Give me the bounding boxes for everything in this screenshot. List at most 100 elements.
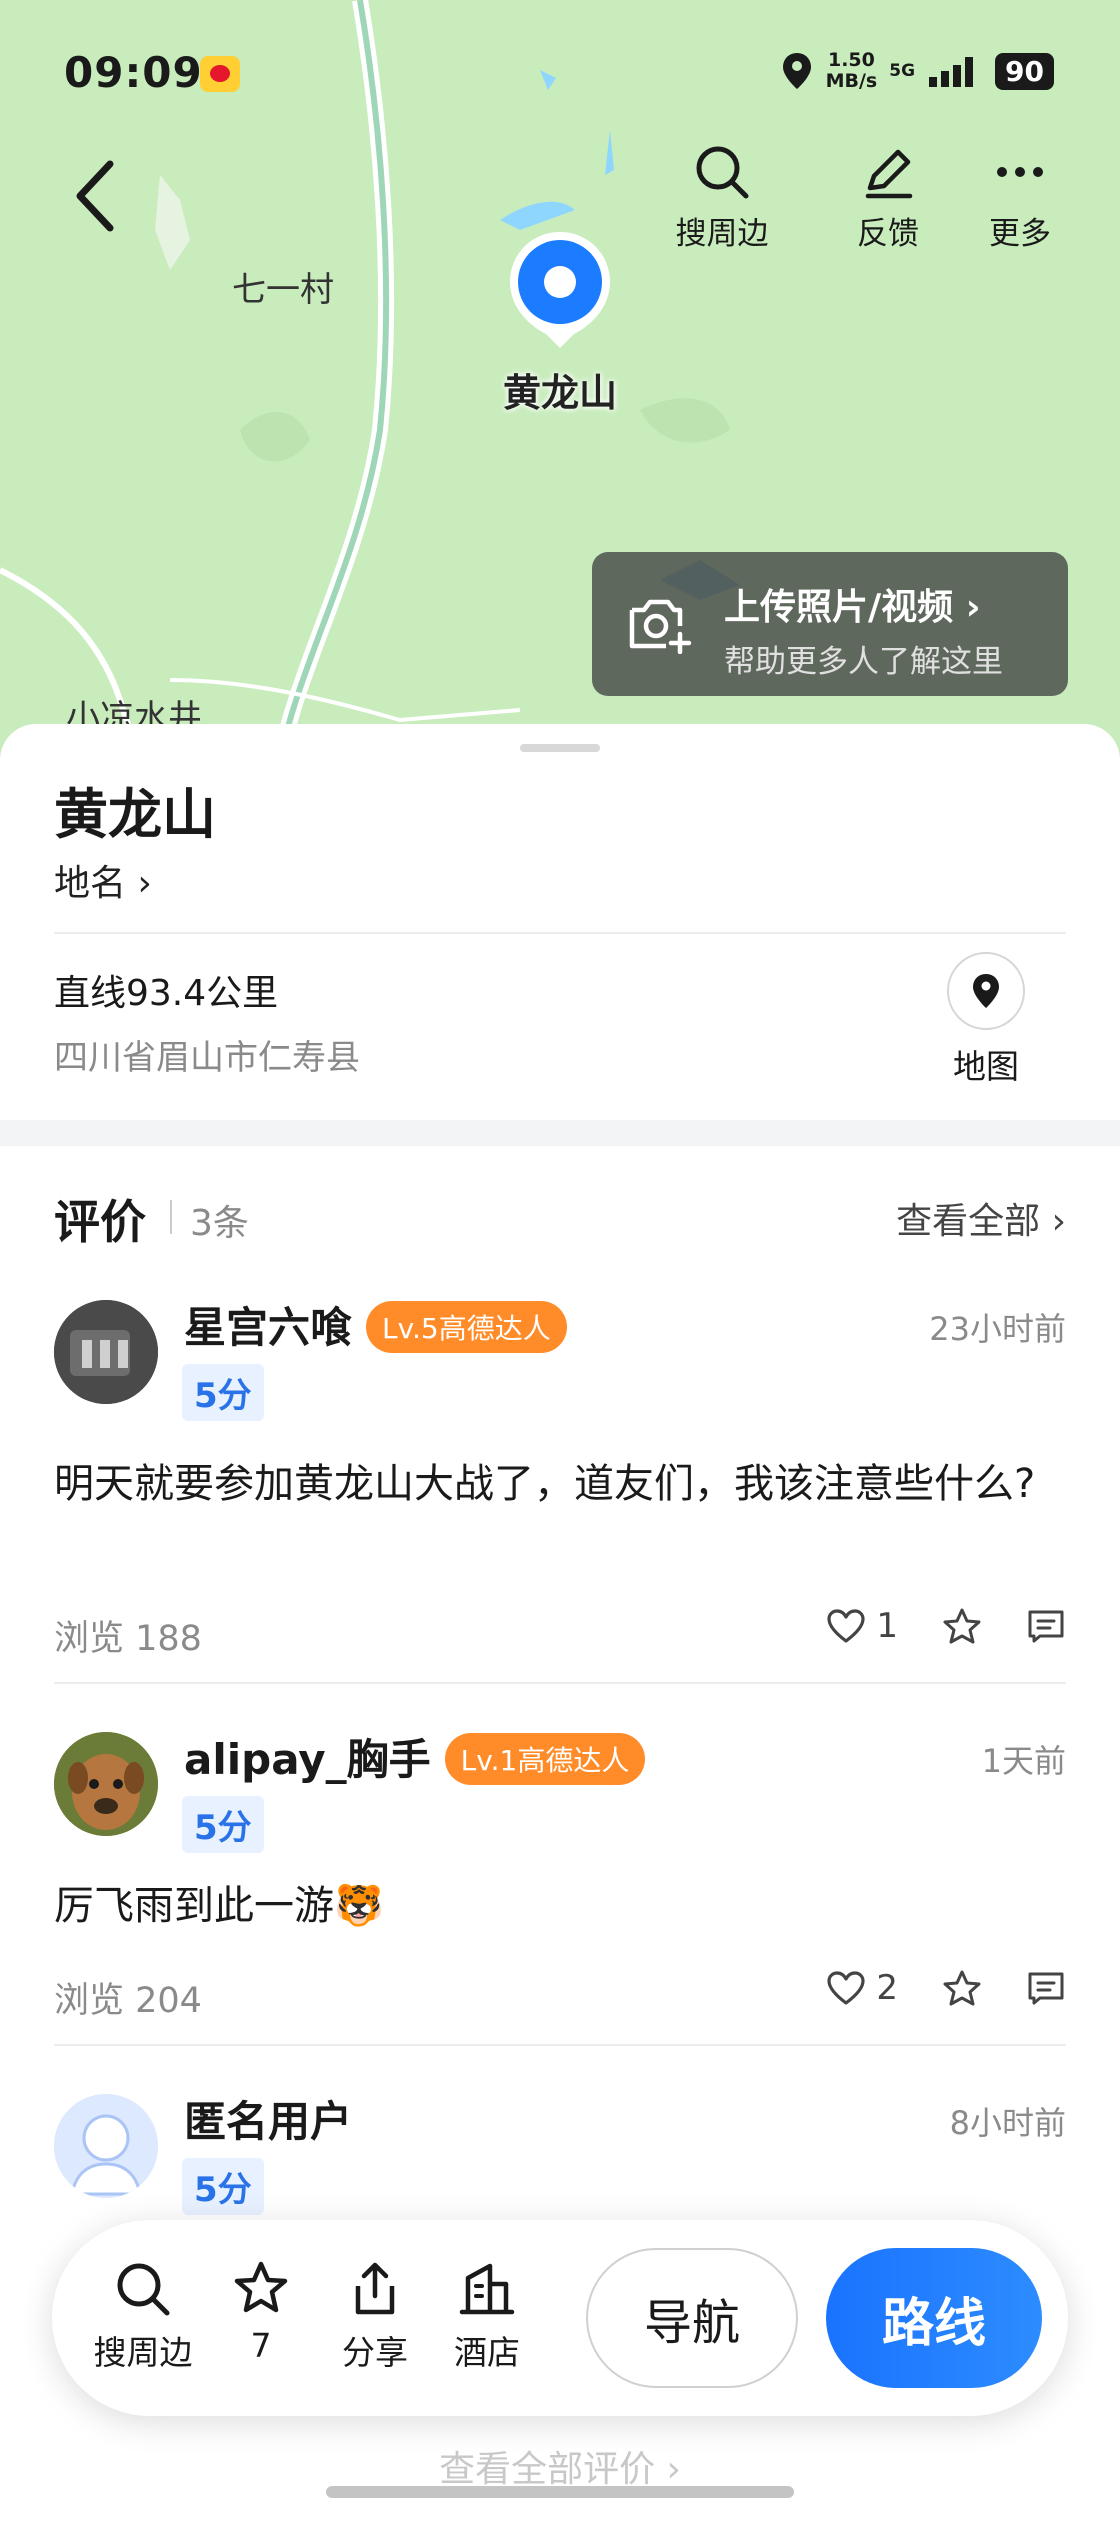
chevron-right-icon: › [1040, 1201, 1066, 1242]
view-all-reviews-link[interactable]: 查看全部 › [896, 1192, 1066, 1244]
username-text: 星宫六喰 [184, 1303, 353, 1352]
review-item[interactable]: 星宫六喰 Lv.5高德达人 23小时前 5分 明天就要参加黄龙山大战了，道友们，我… [54, 1300, 1066, 1659]
search-nearby-tab-label: 搜周边 [93, 2333, 193, 2372]
level-badge: Lv.5高德达人 [366, 1300, 567, 1353]
comment-icon[interactable] [1026, 1608, 1066, 1644]
search-nearby-button[interactable]: 搜周边 [652, 144, 792, 253]
star-icon[interactable] [942, 1969, 982, 2007]
place-type-text: 地名 [54, 863, 127, 904]
review-time: 1天前 [981, 1742, 1066, 1780]
home-indicator[interactable] [326, 2486, 794, 2498]
view-all-reviews-bottom[interactable]: 查看全部评价 › [0, 2440, 1120, 2492]
review-text: 厉飞雨到此一游🐯 [54, 1883, 384, 1929]
search-icon [696, 146, 749, 199]
review-item[interactable]: alipay_胸手 Lv.1高德达人 1天前 5分 厉飞雨到此一游🐯 浏览 204… [54, 1732, 1066, 2021]
reviews-title: 评价 [54, 1195, 146, 1249]
username-text: alipay_胸手 [184, 1735, 431, 1784]
avatar[interactable] [54, 1732, 158, 1836]
comment-icon[interactable] [1026, 1970, 1066, 2006]
signal-icon [929, 57, 974, 87]
like-button[interactable]: 2 [826, 1968, 898, 2008]
map-pin-icon [973, 974, 999, 1008]
search-nearby-label: 搜周边 [675, 216, 769, 252]
avatar[interactable] [54, 2094, 158, 2198]
like-count: 1 [876, 1606, 898, 1646]
sheet-handle[interactable] [520, 744, 600, 752]
like-button[interactable]: 1 [826, 1606, 898, 1646]
speed-unit: MB/s [825, 70, 878, 92]
review-text: 明天就要参加黄龙山大战了，道友们，我该注意些什么? [54, 1461, 1036, 1507]
review-actions: 1 [826, 1606, 1066, 1646]
pin-label: 黄龙山 [502, 371, 617, 415]
network-type: 5G [889, 61, 916, 81]
review-time: 8小时前 [949, 2104, 1066, 2142]
route-button[interactable]: 路线 [826, 2248, 1042, 2388]
share-icon [355, 2262, 395, 2315]
section-gap [0, 1120, 1120, 1146]
upload-title: 上传照片/视频 › [724, 578, 981, 630]
chevron-right-icon: › [965, 587, 981, 628]
hotel-button[interactable]: 酒店 [432, 2260, 542, 2374]
upload-subtitle: 帮助更多人了解这里 [724, 644, 1003, 680]
favorite-count: 7 [250, 2326, 272, 2365]
review-score: 5分 [182, 2158, 264, 2215]
review-actions: 2 [826, 1968, 1066, 2008]
edit-icon [865, 149, 913, 199]
review-score: 5分 [182, 1796, 264, 1853]
map-label-village1: 七一村 [232, 270, 334, 310]
star-icon [234, 2261, 288, 2313]
review-time: 23小时前 [929, 1310, 1066, 1348]
weibo-icon [200, 56, 240, 92]
map-button[interactable]: 地图 [946, 952, 1026, 1088]
divider [54, 932, 1066, 934]
search-nearby-tab[interactable]: 搜周边 [88, 2260, 198, 2374]
status-time: 09:09 [64, 48, 203, 97]
more-button[interactable]: 更多 [950, 144, 1090, 253]
place-address: 四川省眉山市仁寿县 [54, 1038, 360, 1078]
reviews-count: 3条 [190, 1203, 249, 1244]
share-button[interactable]: 分享 [320, 2260, 430, 2374]
view-all-bottom-text: 查看全部评价 [439, 2449, 656, 2490]
search-icon [117, 2263, 170, 2316]
map-button-label: 地图 [953, 1047, 1019, 1086]
chevron-right-icon: › [126, 863, 152, 904]
place-distance: 直线93.4公里 [54, 973, 279, 1014]
avatar-image [54, 1300, 158, 1404]
heart-icon [827, 1609, 865, 1643]
divider [54, 2044, 1066, 2046]
network-speed: 1.50 MB/s [826, 50, 878, 92]
heart-icon [827, 1971, 865, 2005]
avatar-image [54, 1732, 158, 1836]
location-pin-icon[interactable] [506, 228, 614, 352]
upload-media-button[interactable]: 上传照片/视频 › 帮助更多人了解这里 [592, 552, 1068, 696]
avatar[interactable] [54, 1300, 158, 1404]
feedback-label: 反馈 [857, 216, 919, 252]
favorite-button[interactable]: 7 [206, 2260, 316, 2365]
speed-value: 1.50 [827, 49, 875, 71]
navigate-button[interactable]: 导航 [586, 2248, 798, 2388]
place-name: 黄龙山 [54, 783, 216, 846]
bottom-action-bar: 搜周边 7 分享 酒店 导航 路线 [52, 2220, 1068, 2416]
star-icon[interactable] [942, 1607, 982, 1645]
status-right: 1.50 MB/s 5G 90 [780, 48, 1054, 94]
review-username: 匿名用户 [184, 2097, 353, 2146]
location-icon [782, 53, 811, 89]
map-view[interactable]: 09:09 1.50 MB/s 5G 90 搜周边 反馈 更多 七一村 小凉水井 … [0, 0, 1120, 760]
anonymous-avatar-icon [54, 2094, 158, 2198]
view-all-text: 查看全部 [896, 1201, 1041, 1242]
review-views: 浏览 204 [54, 1981, 202, 2021]
feedback-button[interactable]: 反馈 [818, 144, 958, 253]
back-button[interactable] [70, 156, 130, 236]
divider [170, 1200, 172, 1234]
review-score: 5分 [182, 1364, 264, 1421]
reviews-header: 评价 3条 查看全部 › [54, 1186, 1066, 1249]
review-username: 星宫六喰 Lv.5高德达人 [184, 1294, 567, 1357]
camera-add-icon [629, 599, 692, 654]
review-views: 浏览 188 [54, 1619, 202, 1659]
like-count: 2 [876, 1968, 898, 2008]
share-label: 分享 [342, 2333, 408, 2372]
status-bar: 09:09 1.50 MB/s 5G 90 [0, 0, 1120, 150]
level-badge: Lv.1高德达人 [444, 1732, 646, 1785]
place-type-link[interactable]: 地名 › [54, 854, 152, 906]
chevron-left-icon [76, 160, 114, 232]
